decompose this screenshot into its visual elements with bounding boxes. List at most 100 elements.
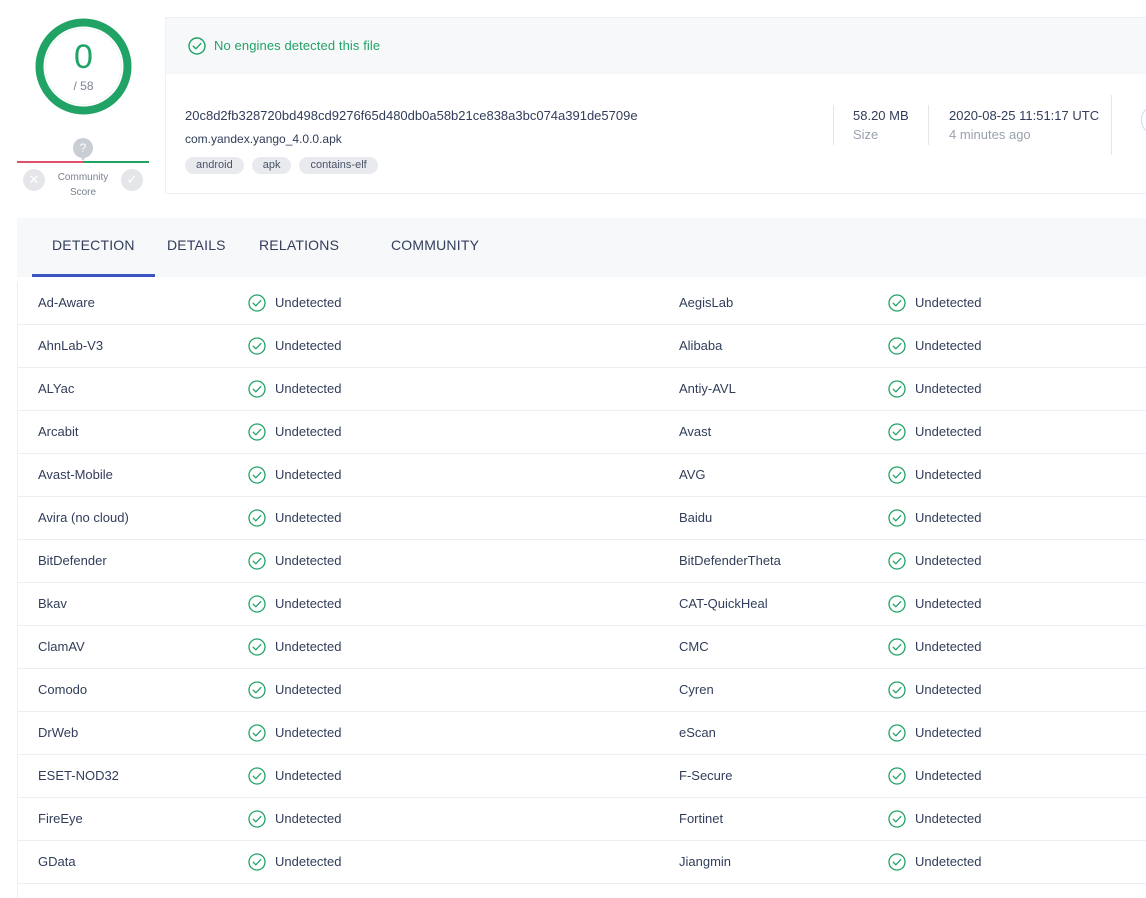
engine-result: Undetected	[275, 338, 342, 353]
file-summary-card: No engines detected this file 20c8d2fb32…	[165, 17, 1146, 194]
detection-count: 0	[74, 38, 93, 76]
table-row: GData Undetected Jiangmin Undetected	[18, 841, 1146, 884]
table-row: Bkav Undetected CAT-QuickHeal Undetected	[18, 583, 1146, 626]
engine-name: CMC	[679, 639, 709, 654]
table-row: ESET-NOD32 Undetected F-Secure Undetected	[18, 755, 1146, 798]
tag-apk[interactable]: apk	[251, 157, 292, 174]
engine-name: AhnLab-V3	[38, 338, 104, 353]
file-size: 58.20 MB Size	[853, 108, 909, 142]
engine-result: Undetected	[275, 682, 342, 697]
community-bar-negative	[17, 161, 83, 163]
table-row: DrWeb Undetected eScan Undetected	[18, 712, 1146, 755]
engine-result: Undetected	[275, 639, 342, 654]
engine-name: CAT-QuickHeal	[679, 596, 768, 611]
check-circle-icon	[248, 767, 266, 790]
community-bar-positive	[83, 161, 149, 163]
file-hash[interactable]: 20c8d2fb328720bd498cd9276f65d480db0a58b2…	[185, 108, 638, 123]
check-circle-icon	[888, 509, 906, 532]
vote-harmful-button[interactable]: ✕	[23, 169, 45, 191]
check-circle-icon	[888, 466, 906, 489]
engine-result: Undetected	[915, 510, 982, 525]
engine-result: Undetected	[915, 295, 982, 310]
check-circle-icon	[888, 294, 906, 317]
engine-result: Undetected	[275, 553, 342, 568]
file-name: com.yandex.yango_4.0.0.apk	[185, 132, 342, 146]
engine-name: ClamAV	[38, 639, 85, 654]
check-circle-icon	[248, 853, 266, 876]
engine-result: Undetected	[915, 768, 982, 783]
table-row: Ad-Aware Undetected AegisLab Undetected	[18, 282, 1146, 325]
check-circle-icon	[888, 423, 906, 446]
engine-name: BitDefenderTheta	[679, 553, 781, 568]
engine-name: AegisLab	[679, 295, 734, 310]
engine-result: Undetected	[915, 467, 982, 482]
tab-relations[interactable]: RELATIONS	[259, 237, 339, 253]
question-icon[interactable]: ?	[73, 138, 93, 161]
checkmark-icon: ✓	[126, 172, 138, 187]
check-circle-icon	[888, 853, 906, 876]
engine-name: Ad-Aware	[38, 295, 95, 310]
check-circle-icon	[248, 337, 266, 360]
community-label-line1: Community	[57, 172, 109, 183]
engine-result: Undetected	[915, 682, 982, 697]
tag-contains-elf[interactable]: contains-elf	[299, 157, 378, 174]
table-row: ClamAV Undetected CMC Undetected	[18, 626, 1146, 669]
engine-result: Undetected	[915, 381, 982, 396]
engine-name: eScan	[679, 725, 716, 740]
engine-name: Avast	[679, 424, 712, 439]
check-circle-icon	[248, 423, 266, 446]
table-row: BitDefender Undetected BitDefenderTheta Und…	[18, 540, 1146, 583]
divider	[928, 105, 929, 145]
check-circle-icon	[888, 552, 906, 575]
engine-result: Undetected	[915, 854, 982, 869]
vote-harmless-button[interactable]: ✓	[121, 169, 143, 191]
tag-android[interactable]: android	[185, 157, 244, 174]
engine-name: Avira (no cloud)	[38, 510, 129, 525]
check-circle-icon	[248, 595, 266, 618]
engine-name: F-Secure	[679, 768, 733, 783]
table-row: Avast-Mobile Undetected AVG Undetected	[18, 454, 1146, 497]
engine-result: Undetected	[915, 639, 982, 654]
tab-community[interactable]: COMMUNITY	[391, 237, 479, 253]
check-circle-icon	[248, 552, 266, 575]
engine-name: Jiangmin	[679, 854, 732, 869]
engine-name: Baidu	[679, 510, 713, 525]
table-row	[18, 884, 1146, 898]
engine-result: Undetected	[275, 424, 342, 439]
close-icon: ✕	[28, 172, 40, 187]
engine-result: Undetected	[915, 338, 982, 353]
divider	[1111, 95, 1112, 155]
check-circle-icon	[248, 380, 266, 403]
engine-result: Undetected	[275, 295, 342, 310]
engine-result: Undetected	[275, 596, 342, 611]
check-circle-icon	[888, 810, 906, 833]
engine-name: GData	[38, 854, 76, 869]
file-size-value: 58.20 MB	[853, 108, 909, 123]
file-tags: android apk contains-elf	[185, 157, 378, 174]
file-type-icon	[1141, 106, 1146, 134]
engine-name: Fortinet	[679, 811, 724, 826]
engine-name: ESET-NOD32	[38, 768, 119, 783]
engine-name: DrWeb	[38, 725, 79, 740]
tab-detection[interactable]: DETECTION	[32, 237, 155, 277]
engine-name: FireEye	[38, 811, 83, 826]
engine-name: Alibaba	[679, 338, 723, 353]
engine-name: Bkav	[38, 596, 67, 611]
analysis-date-relative: 4 minutes ago	[949, 127, 1031, 142]
engine-total: / 58	[73, 79, 94, 93]
page: 0 / 58 ? ✕ Community Score ✓ No engines …	[0, 0, 1146, 898]
community-score: ? ✕ Community Score ✓	[17, 136, 149, 200]
engine-result: Undetected	[915, 725, 982, 740]
check-circle-icon	[888, 595, 906, 618]
tab-details[interactable]: DETAILS	[167, 237, 226, 253]
check-circle-icon	[248, 681, 266, 704]
engine-name: Avast-Mobile	[38, 467, 113, 482]
community-label-line2: Score	[69, 187, 97, 198]
engine-result: Undetected	[915, 424, 982, 439]
check-circle-icon	[188, 37, 206, 55]
engine-result: Undetected	[915, 553, 982, 568]
engine-name: Antiy-AVL	[679, 381, 736, 396]
check-circle-icon	[888, 724, 906, 747]
check-circle-icon	[888, 380, 906, 403]
engine-name: Arcabit	[38, 424, 79, 439]
